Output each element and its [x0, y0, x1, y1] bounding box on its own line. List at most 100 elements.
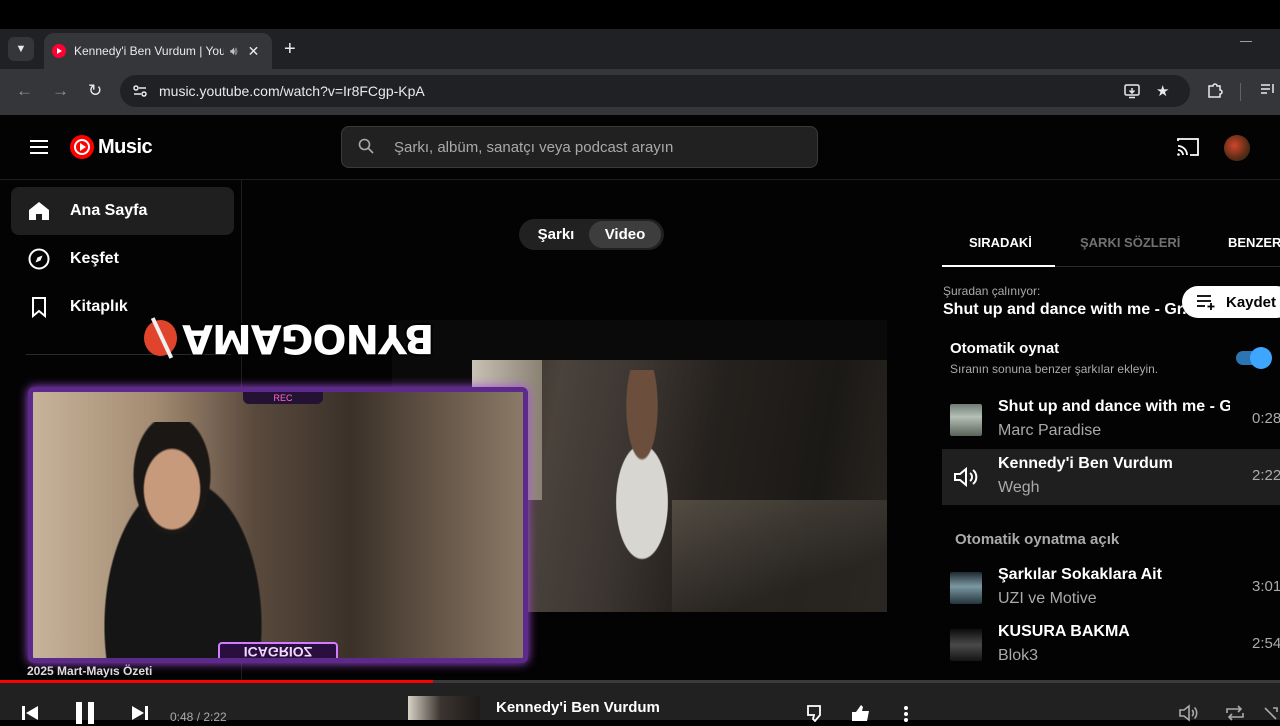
- player-area: Şarkı Video BYNOGAMA REC ICAGRIOZ 2025 M…: [27, 180, 942, 680]
- queue-item[interactable]: Shut up and dance with me - G... Marc Pa…: [942, 392, 1280, 448]
- sidebar-item-home[interactable]: Ana Sayfa: [11, 187, 234, 235]
- browser-tab[interactable]: Kennedy'i Ben Vurdum | YouTube Music 🔊︎ …: [44, 33, 272, 69]
- forward-arrow-icon[interactable]: →: [52, 81, 69, 101]
- now-playing-title[interactable]: Kennedy'i Ben Vurdum: [496, 699, 660, 716]
- tab-lyrics[interactable]: ŞARKI SÖZLERİ: [1080, 235, 1180, 250]
- player-bar: 0:48 / 2:22 Kennedy'i Ben Vurdum: [0, 680, 1280, 724]
- queue-item-current[interactable]: Kennedy'i Ben Vurdum Wegh 2:22: [942, 449, 1280, 505]
- like-icon[interactable]: [850, 704, 872, 722]
- search-icon: [358, 138, 374, 154]
- queue-thumbnail: [950, 404, 982, 436]
- dislike-icon[interactable]: [806, 704, 828, 722]
- site-settings-icon[interactable]: [132, 83, 148, 99]
- save-button[interactable]: Kaydet: [1182, 286, 1280, 318]
- speaker-icon[interactable]: 🔊︎: [230, 44, 238, 59]
- autoplay-subtitle: Sıranın sonuna benzer şarkılar ekleyin.: [950, 362, 1159, 376]
- url-text: music.youtube.com/watch?v=Ir8FCgp-KpA: [159, 83, 425, 99]
- queue-item-artist[interactable]: Wegh: [998, 479, 1040, 497]
- queue-item-title: Şarkılar Sokaklara Ait: [998, 566, 1162, 583]
- sidebar-item-label: Kitaplık: [70, 298, 128, 315]
- save-label: Kaydet: [1226, 293, 1277, 311]
- song-toggle-button[interactable]: Şarkı: [523, 221, 589, 248]
- media-controls-icon[interactable]: [1260, 81, 1276, 101]
- webcam-overlay: REC ICAGRIOZ: [28, 387, 528, 663]
- progress-bar[interactable]: [0, 680, 1280, 683]
- shuffle-icon[interactable]: [1264, 704, 1280, 722]
- ytmusic-header: Music: [0, 115, 1280, 180]
- volume-icon[interactable]: [1178, 704, 1200, 722]
- close-icon[interactable]: ✕: [248, 43, 260, 60]
- youtube-music-favicon-icon: [52, 44, 66, 58]
- active-tab-indicator: [942, 265, 1055, 267]
- tab-related[interactable]: BENZER: [1228, 235, 1280, 250]
- bookmark-star-icon[interactable]: ★: [1156, 82, 1169, 100]
- address-bar[interactable]: music.youtube.com/watch?v=Ir8FCgp-KpA ★: [120, 75, 1190, 107]
- queue-item-artist[interactable]: UZI ve Motive: [998, 590, 1097, 608]
- video-frame-image: [472, 360, 887, 612]
- queue-item[interactable]: KUSURA BAKMA Blok3 2:54: [942, 617, 1280, 673]
- progress-fill: [0, 680, 433, 683]
- menu-icon[interactable]: [30, 140, 48, 154]
- toolbar-divider: [1240, 83, 1241, 101]
- queue-item-duration: 2:54: [1252, 635, 1280, 652]
- browser-tabstrip: ▼ Kennedy'i Ben Vurdum | YouTube Music 🔊…: [0, 29, 1280, 69]
- song-video-toggle: Şarkı Video: [519, 219, 664, 250]
- ytmusic-logo[interactable]: Music: [70, 135, 153, 159]
- webcam-person: [73, 422, 293, 658]
- autoplay-on-label: Otomatik oynatma açık: [955, 531, 1120, 548]
- streamer-name-plate: ICAGRIOZ: [218, 642, 338, 658]
- queue-thumbnail: [950, 629, 982, 661]
- queue-item-duration: 0:28: [1252, 410, 1280, 427]
- home-icon: [27, 199, 51, 223]
- playlist-add-icon: [1197, 295, 1215, 310]
- time-display: 0:48 / 2:22: [170, 710, 227, 724]
- queue-item-title: Kennedy'i Ben Vurdum: [998, 455, 1173, 472]
- avatar[interactable]: [1224, 135, 1250, 161]
- autoplay-switch-knob[interactable]: [1250, 347, 1272, 369]
- more-options-icon[interactable]: [896, 704, 916, 722]
- queue-item-title: Shut up and dance with me - G...: [998, 398, 1230, 415]
- cast-icon[interactable]: [1176, 136, 1200, 158]
- queue-item-duration: 2:22: [1252, 467, 1280, 484]
- tab-search-button[interactable]: ▼: [8, 37, 34, 61]
- queue-item[interactable]: Şarkılar Sokaklara Ait UZI ve Motive 3:0…: [942, 560, 1280, 616]
- sidebar-item-explore[interactable]: Keşfet: [11, 235, 234, 283]
- queue-item-title: KUSURA BAKMA: [998, 623, 1130, 640]
- tab-up-next[interactable]: SIRADAKİ: [969, 235, 1032, 250]
- back-arrow-icon[interactable]: ←: [16, 81, 33, 101]
- brand-text: BYNOGAMA: [182, 315, 434, 361]
- tab-title: Kennedy'i Ben Vurdum | YouTube Music: [74, 44, 224, 58]
- queue-item-artist[interactable]: Marc Paradise: [998, 422, 1101, 440]
- sidebar-item-label: Ana Sayfa: [70, 202, 148, 219]
- queue-item-duration: 3:01: [1252, 578, 1280, 595]
- stream-brand-overlay: BYNOGAMA: [144, 312, 434, 364]
- search-input[interactable]: [394, 127, 794, 167]
- next-icon[interactable]: [130, 702, 150, 722]
- speaker-icon: [954, 466, 978, 488]
- desktop-top-strip: [0, 0, 1280, 29]
- video-toggle-button[interactable]: Video: [589, 221, 661, 248]
- queue-thumbnail: [950, 572, 982, 604]
- now-playing-thumbnail[interactable]: [408, 696, 480, 720]
- install-app-icon[interactable]: [1123, 82, 1141, 104]
- previous-icon[interactable]: [20, 702, 40, 722]
- video-floor: [672, 500, 887, 612]
- now-playing-indicator: [950, 461, 982, 493]
- minimize-icon[interactable]: [1240, 41, 1252, 42]
- reload-icon[interactable]: ↻: [88, 81, 102, 101]
- sidebar-item-label: Keşfet: [70, 250, 119, 267]
- pause-icon[interactable]: [72, 700, 98, 726]
- queue-item-artist[interactable]: Blok3: [998, 647, 1038, 665]
- logo-text: Music: [98, 135, 153, 158]
- repeat-icon[interactable]: [1224, 704, 1246, 722]
- music-logo-icon: [70, 135, 94, 159]
- queue-panel: SIRADAKİ ŞARKI SÖZLERİ BENZER Şuradan ça…: [942, 180, 1280, 680]
- extensions-icon[interactable]: [1206, 81, 1224, 103]
- playlist-name[interactable]: Shut up and dance with me - Gr...: [943, 301, 1195, 319]
- search-box[interactable]: [341, 126, 818, 168]
- browser-toolbar: ← → ↻ music.youtube.com/watch?v=Ir8FCgp-…: [0, 69, 1280, 115]
- bookmark-icon: [27, 295, 51, 319]
- new-tab-button[interactable]: +: [284, 37, 296, 61]
- sidebar-partial-playlist: 2025 Mart-Mayıs Özeti: [27, 664, 153, 678]
- rec-badge: REC: [243, 392, 323, 404]
